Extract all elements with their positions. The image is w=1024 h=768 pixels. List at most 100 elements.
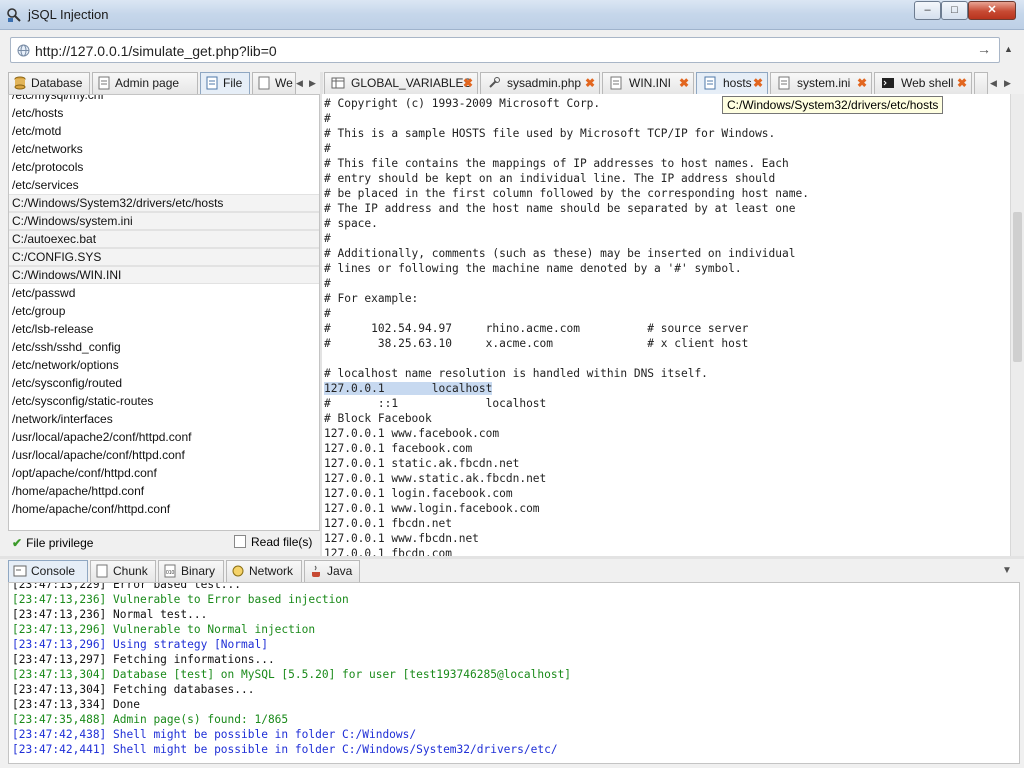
tab-scroll-left-icon[interactable]: ◀ <box>296 78 303 89</box>
tab-label: system.ini <box>797 76 851 90</box>
binary-icon: 010 <box>164 564 176 578</box>
close-tab-icon[interactable]: ✖ <box>857 73 867 93</box>
file-list-item[interactable]: C:/autoexec.bat <box>9 230 319 248</box>
tab-global-variables[interactable]: GLOBAL_VARIABLES ✖ <box>324 72 478 94</box>
left-tab-bar: Database Admin page File We ◀ ▶ <box>8 72 320 94</box>
tab-binary[interactable]: 010 Binary <box>158 560 224 582</box>
content-line: # Block Facebook <box>324 412 432 425</box>
tab-label: Admin page <box>115 76 180 90</box>
file-list-item[interactable]: /etc/mysql/my.cnf <box>9 95 319 104</box>
java-icon <box>312 565 320 577</box>
go-arrow-icon[interactable]: → <box>977 41 991 57</box>
app-icon <box>7 8 21 22</box>
file-list-item[interactable]: /etc/hosts <box>9 104 319 122</box>
maximize-button[interactable]: □ <box>941 1 968 20</box>
close-tab-icon[interactable]: ✖ <box>463 73 473 93</box>
content-line: # ::1 localhost <box>324 397 547 410</box>
tab-scroll-right-icon[interactable]: ▶ <box>1004 78 1011 89</box>
file-list-item[interactable]: /etc/services <box>9 176 319 194</box>
console-line: [23:47:13,334] Done <box>12 698 140 711</box>
file-list-item[interactable]: /etc/networks <box>9 140 319 158</box>
file-list-item[interactable]: /etc/group <box>9 302 319 320</box>
file-list-item[interactable]: /usr/local/apache2/conf/httpd.conf <box>9 428 319 446</box>
file-list-item[interactable]: /etc/passwd <box>9 284 319 302</box>
minimize-button[interactable]: – <box>914 1 941 20</box>
file-list-item[interactable]: C:/Windows/WIN.INI <box>9 266 319 284</box>
tab-win-ini[interactable]: WIN.INI ✖ <box>602 72 694 94</box>
collapse-icon[interactable]: ▼ <box>1002 565 1012 576</box>
file-list-item[interactable]: /opt/apache/conf/httpd.conf <box>9 464 319 482</box>
url-input[interactable]: http://127.0.0.1/simulate_get.php?lib=0 … <box>10 37 1000 63</box>
tab-label: Chunk <box>113 564 148 578</box>
console-line: [23:47:13,229] Error based test... <box>12 582 242 591</box>
file-list-item[interactable]: /etc/sysconfig/static-routes <box>9 392 319 410</box>
globe-icon <box>17 44 30 57</box>
close-tab-icon[interactable]: ✖ <box>753 73 763 93</box>
text-file-icon <box>778 76 790 90</box>
console-line: [23:47:13,304] Database [test] on MySQL … <box>12 668 572 681</box>
file-list-item[interactable]: C:/Windows/System32/drivers/etc/hosts <box>9 194 319 212</box>
tab-sysadmin-php[interactable]: sysadmin.php ✖ <box>480 72 600 94</box>
tab-console[interactable]: Console <box>8 560 88 582</box>
content-line: # For example: <box>324 292 419 305</box>
content-line: 127.0.0.1 www.fbcdn.net <box>324 532 479 545</box>
console-line: [23:47:13,297] Fetching informations... <box>12 653 275 666</box>
content-line: # Additionally, comments (such as these)… <box>324 247 796 260</box>
close-tab-icon[interactable]: ✖ <box>679 73 689 93</box>
content-line: # 102.54.94.97 rhino.acme.com # source s… <box>324 322 749 335</box>
tab-network[interactable]: Network <box>226 560 302 582</box>
tab-file[interactable]: File <box>200 72 250 94</box>
tab-web-shell-right[interactable]: Web shell ✖ <box>874 72 972 94</box>
content-line: # space. <box>324 217 378 230</box>
tab-label: File <box>223 76 243 90</box>
scroll-up-icon[interactable]: ▲ <box>1004 44 1018 56</box>
file-list-item[interactable]: /etc/ssh/sshd_config <box>9 338 319 356</box>
close-tab-icon[interactable]: ✖ <box>585 73 595 93</box>
scrollbar-thumb[interactable] <box>1013 212 1022 362</box>
horizontal-splitter[interactable] <box>0 556 1024 559</box>
close-button[interactable]: ✕ <box>968 1 1016 20</box>
tab-java[interactable]: Java <box>304 560 360 582</box>
file-content-text: # Copyright (c) 1993-2009 Microsoft Corp… <box>322 94 1010 556</box>
tab-label: We <box>275 76 293 90</box>
file-list-item[interactable]: /network/interfaces <box>9 410 319 428</box>
tab-tooltip: C:/Windows/System32/drivers/etc/hosts <box>722 96 944 114</box>
content-line: # entry should be kept on an individual … <box>324 172 776 185</box>
content-line: 127.0.0.1 www.login.facebook.com <box>324 502 540 515</box>
file-list-item[interactable]: /etc/motd <box>9 122 319 140</box>
console-line: [23:47:13,304] Fetching databases... <box>12 683 255 696</box>
tab-hosts[interactable]: hosts ✖ <box>696 72 768 94</box>
file-list-item[interactable]: /home/apache/conf/httpd.conf <box>9 500 319 518</box>
tab-label: hosts <box>723 76 752 90</box>
viewer-scrollbar[interactable] <box>1010 94 1024 556</box>
tab-admin-page[interactable]: Admin page <box>92 72 198 94</box>
tab-system-ini[interactable]: system.ini ✖ <box>770 72 872 94</box>
tab-chunk[interactable]: Chunk <box>90 560 156 582</box>
tab-scroll-right-icon[interactable]: ▶ <box>309 78 316 89</box>
file-content-viewer[interactable]: # Copyright (c) 1993-2009 Microsoft Corp… <box>322 94 1010 556</box>
close-tab-icon[interactable]: ✖ <box>957 73 967 93</box>
tab-database[interactable]: Database <box>8 72 90 94</box>
console-line: [23:47:35,488] Admin page(s) found: 1/86… <box>12 713 289 726</box>
content-line: 127.0.0.1 fbcdn.com <box>324 547 452 556</box>
content-line: # be placed in the first column followed… <box>324 187 809 200</box>
right-tab-bar: GLOBAL_VARIABLES ✖ sysadmin.php ✖ WIN.IN… <box>324 72 1018 94</box>
file-list-item[interactable]: /usr/local/apache/conf/httpd.conf <box>9 446 319 464</box>
tab-web-shell[interactable]: We <box>252 72 296 94</box>
tab-scroll-left-icon[interactable]: ◀ <box>990 78 997 89</box>
file-list-item[interactable]: /home/apache/httpd.conf <box>9 482 319 500</box>
console-line: [23:47:13,236] Normal test... <box>12 608 208 621</box>
file-list-item[interactable]: /etc/network/options <box>9 356 319 374</box>
read-files-button[interactable]: Read file(s) <box>234 535 312 549</box>
file-list-item[interactable]: /etc/lsb-release <box>9 320 319 338</box>
console-output[interactable]: [23:47:13,229] Error based test... [23:47… <box>8 582 1020 764</box>
tab-overflow[interactable] <box>974 72 988 94</box>
file-list-item[interactable]: C:/Windows/system.ini <box>9 212 319 230</box>
file-list-item[interactable]: /etc/protocols <box>9 158 319 176</box>
content-line: 127.0.0.1 www.static.ak.fbcdn.net <box>324 472 547 485</box>
left-footer: ✔ File privilege Read file(s) <box>8 533 320 555</box>
file-list-item[interactable]: C:/CONFIG.SYS <box>9 248 319 266</box>
file-list-item[interactable]: /etc/sysconfig/routed <box>9 374 319 392</box>
highlighted-line: 127.0.0.1 localhost <box>324 382 493 395</box>
chunk-icon <box>96 564 108 578</box>
